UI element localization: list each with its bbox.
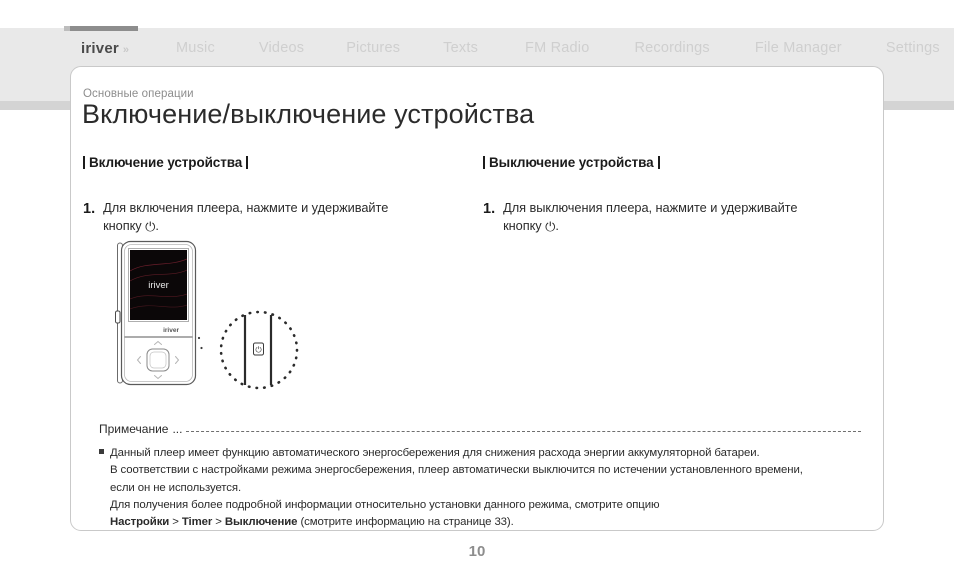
section-heading-power-off: Выключение устройства — [483, 155, 873, 170]
content-card: Основные операции Включение/выключение у… — [70, 66, 884, 531]
step-text-line2-suffix: . — [555, 218, 559, 234]
nav-item-iriver[interactable]: iriver » — [81, 39, 129, 57]
note-line-1-text: Данный плеер имеет функцию автоматическо… — [110, 447, 760, 459]
step-number: 1. — [83, 201, 96, 217]
note-path-tail: (смотрите информацию на странице 33). — [297, 516, 514, 529]
step-text-line1: Для включения плеера, нажмите и удержива… — [103, 200, 389, 215]
nav-item-texts[interactable]: Texts — [443, 40, 478, 56]
nav-item-settings[interactable]: Settings — [886, 40, 940, 56]
step-item-power-off: 1. Для выключения плеера, нажмите и удер… — [483, 199, 873, 237]
note-line-3: если он не используется. — [110, 481, 242, 494]
device-illustration: iriver iriver ⏻ — [109, 237, 329, 402]
section-heading-power-on: Включение устройства — [83, 155, 473, 170]
device-body-logo: iriver — [163, 327, 179, 334]
note-path-separator-2: > — [212, 516, 225, 529]
heading-bar-right-icon — [246, 156, 249, 169]
note-path-settings: Настройки — [110, 516, 170, 529]
step-text-line2-prefix: кнопку — [103, 218, 146, 234]
step-text: Для включения плеера, нажмите и удержива… — [103, 199, 388, 237]
nav-item-file-manager[interactable]: File Manager — [755, 40, 842, 56]
nav-item-fm-radio[interactable]: FM Radio — [525, 40, 589, 56]
nav-brand-label: iriver — [81, 39, 119, 57]
nav-item-music[interactable]: Music — [176, 40, 215, 56]
step-item-power-on: 1. Для включения плеера, нажмите и удерж… — [83, 199, 473, 237]
note-label-ellipsis: ... — [172, 422, 183, 436]
callout-power-icon: ⏻ — [255, 346, 262, 355]
section-heading-power-off-label: Выключение устройства — [489, 155, 654, 170]
note-label: Примечание — [99, 422, 169, 436]
heading-bar-left-icon — [83, 156, 85, 169]
section-power-on: Включение устройства 1. Для включения пл… — [83, 155, 473, 237]
step-text-line2-prefix: кнопку — [503, 218, 546, 234]
step-number: 1. — [483, 201, 496, 217]
nav-item-videos[interactable]: Videos — [259, 40, 304, 56]
note-body: Данный плеер имеет функцию автоматическо… — [99, 445, 861, 532]
heading-bar-right-icon — [657, 156, 660, 169]
heading-bar-left-icon — [483, 156, 485, 169]
note-line-2: В соответствии с настройками режима энер… — [110, 464, 803, 477]
page-number: 10 — [468, 543, 486, 560]
note-path-timer: Timer — [181, 516, 213, 529]
section-heading-power-on-label: Включение устройства — [89, 155, 243, 170]
main-navigation: iriver » Music Videos Pictures Texts FM … — [0, 36, 954, 60]
device-illustration-svg: iriver iriver ⏻ — [115, 240, 299, 390]
power-icon: ⏻ — [545, 219, 556, 235]
note-block: Примечание... Данный плеер имеет функцию… — [99, 422, 861, 532]
nav-item-pictures[interactable]: Pictures — [346, 40, 400, 56]
note-path-shutdown: Выключение — [224, 516, 298, 529]
device-screen-logo: iriver — [148, 280, 169, 291]
note-dashed-divider — [186, 431, 861, 432]
note-line-1: Данный плеер имеет функцию автоматическо… — [99, 445, 861, 462]
note-header: Примечание... — [99, 422, 861, 436]
step-text: Для выключения плеера, нажмите и удержив… — [503, 199, 797, 237]
power-icon: ⏻ — [145, 219, 156, 235]
step-text-line1: Для выключения плеера, нажмите и удержив… — [503, 200, 798, 215]
note-path-separator-1: > — [169, 516, 182, 529]
callout-magnifier: ⏻ — [219, 310, 299, 390]
section-power-off: Выключение устройства 1. Для выключения … — [483, 155, 873, 237]
step-text-line2-suffix: . — [155, 218, 159, 234]
note-line-5: Настройки > Timer > Выключение (смотрите… — [99, 514, 861, 531]
double-chevron-right-icon: » — [122, 43, 129, 56]
nav-item-recordings[interactable]: Recordings — [634, 40, 709, 56]
square-bullet-icon — [99, 449, 104, 454]
active-tab-indicator — [70, 26, 138, 31]
note-line-4: Для получения более подробной информации… — [110, 498, 660, 511]
page-title: Включение/выключение устройства — [82, 99, 535, 129]
